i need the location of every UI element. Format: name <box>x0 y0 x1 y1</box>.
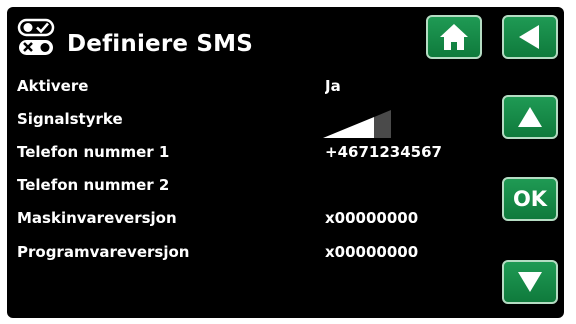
ok-button[interactable]: OK <box>502 177 558 221</box>
scroll-up-button[interactable] <box>502 95 558 139</box>
back-button[interactable] <box>502 15 558 59</box>
back-arrow-icon <box>519 25 539 49</box>
page-title: Definiere SMS <box>67 31 254 57</box>
row-value-maskinvareversjon: x00000000 <box>325 209 419 227</box>
scroll-down-button[interactable] <box>502 260 558 304</box>
signal-strength-indicator <box>323 110 393 142</box>
signal-bar-filled <box>323 110 374 138</box>
row-label-telefon-2: Telefon nummer 2 <box>17 176 170 194</box>
display-screen: Definiere SMS Aktivere Ja Signalstyrke T… <box>7 7 564 318</box>
signal-bar-empty <box>374 110 391 138</box>
down-arrow-icon <box>518 272 542 292</box>
row-label-maskinvareversjon: Maskinvareversjon <box>17 209 177 227</box>
home-icon <box>440 24 468 50</box>
ok-label: OK <box>512 187 548 211</box>
row-label-aktivere: Aktivere <box>17 77 89 95</box>
sms-toggle-icon <box>17 17 57 59</box>
up-arrow-icon <box>518 107 542 127</box>
home-button[interactable] <box>426 15 482 59</box>
row-label-programvareversjon: Programvareversjon <box>17 243 190 261</box>
row-value-aktivere[interactable]: Ja <box>325 77 443 95</box>
row-label-signalstyrke: Signalstyrke <box>17 110 123 128</box>
row-label-telefon-1: Telefon nummer 1 <box>17 143 170 161</box>
row-value-telefon-1[interactable]: +4671234567 <box>325 143 443 161</box>
row-value-programvareversjon: x00000000 <box>325 243 419 261</box>
